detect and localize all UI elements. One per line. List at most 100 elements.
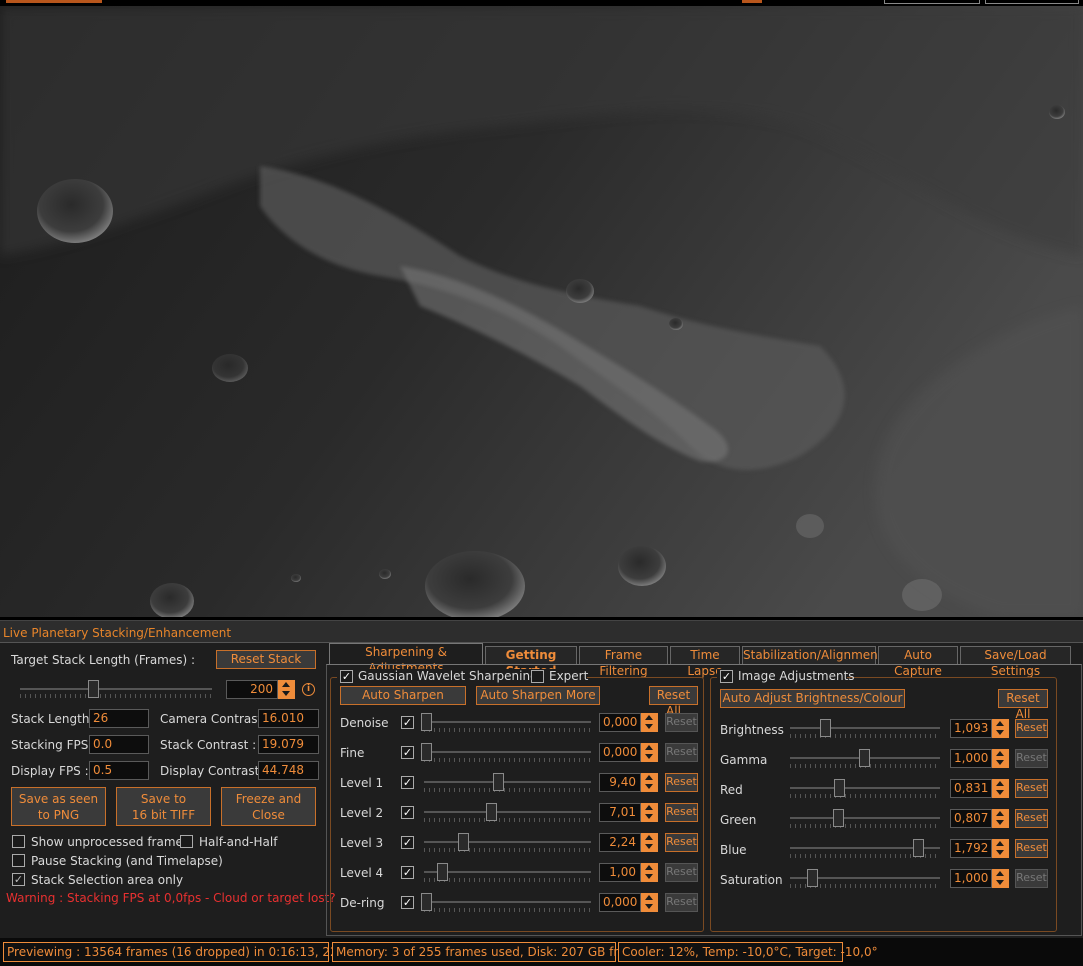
reset-stack-button[interactable]: Reset Stack [216,650,316,669]
green-reset-button[interactable]: Reset [1015,809,1048,828]
tab-sharpening-adjustments[interactable]: Sharpening & Adjustments [329,643,483,675]
green-slider-thumb[interactable] [833,809,844,827]
freeze-close-button[interactable]: Freeze and Close [221,787,316,826]
saturation-spinner[interactable] [992,869,1009,888]
level-2-checkbox[interactable]: ✓ [401,806,414,819]
brightness-spinner[interactable] [992,719,1009,738]
green-value-input[interactable]: 0,807 [950,809,992,828]
save-png-button[interactable]: Save as seen to PNG [11,787,106,826]
level-3-spinner[interactable] [641,833,658,852]
auto-adjust-button[interactable]: Auto Adjust Brightness/Colour [720,689,905,708]
half-and-half-checkbox[interactable] [180,835,193,848]
blue-slider-thumb[interactable] [913,839,924,857]
image-reset-all-button[interactable]: Reset All [998,689,1048,721]
level-1-spinner[interactable] [641,773,658,792]
level-1-reset-button[interactable]: Reset [665,773,698,792]
info-icon[interactable]: i [302,683,315,696]
level-4-spinner[interactable] [641,863,658,882]
level-4-slider-thumb[interactable] [437,863,448,881]
denoise-checkbox[interactable]: ✓ [401,716,414,729]
image-adjustments-checkbox[interactable]: ✓ [720,670,733,683]
level-3-value-input[interactable]: 2,24 [599,833,641,852]
de-ring-label: De-ring [340,896,385,910]
fine-reset-button[interactable]: Reset [665,743,698,762]
top-strip-button[interactable] [985,0,1079,4]
de-ring-reset-button[interactable]: Reset [665,893,698,912]
de-ring-spinner[interactable] [641,893,658,912]
level-1-value-input[interactable]: 9,40 [599,773,641,792]
show-unprocessed-checkbox[interactable] [12,835,25,848]
auto-sharpen-button[interactable]: Auto Sharpen [340,686,466,705]
level-3-reset-button[interactable]: Reset [665,833,698,852]
de-ring-value-input[interactable]: 0,000 [599,893,641,912]
denoise-spinner[interactable] [641,713,658,732]
tab-stabilization-alignment[interactable]: Stabilization/Alignment [742,646,882,664]
target-stack-spinner[interactable] [278,680,295,699]
expert-checkbox[interactable] [531,670,544,683]
pause-stacking-checkbox[interactable] [12,854,25,867]
save-tiff-button[interactable]: Save to 16 bit TIFF [116,787,211,826]
level-2-spinner[interactable] [641,803,658,822]
red-reset-button[interactable]: Reset [1015,779,1048,798]
saturation-reset-button[interactable]: Reset [1015,869,1048,888]
green-spinner[interactable] [992,809,1009,828]
fine-value-input[interactable]: 0,000 [599,743,641,762]
level-1-checkbox[interactable]: ✓ [401,776,414,789]
gamma-spinner[interactable] [992,749,1009,768]
red-slider-thumb[interactable] [834,779,845,797]
tab-frame-filtering[interactable]: Frame Filtering [579,646,668,678]
top-strip-button[interactable] [884,0,980,4]
tab-getting-started[interactable]: Getting Started [485,646,577,678]
de-ring-slider-thumb[interactable] [421,893,432,911]
target-stack-input[interactable]: 200 [226,680,278,699]
blue-spinner[interactable] [992,839,1009,858]
level-2-slider-thumb[interactable] [486,803,497,821]
level-1-slider-thumb[interactable] [493,773,504,791]
denoise-value-input[interactable]: 0,000 [599,713,641,732]
gamma-slider-thumb[interactable] [859,749,870,767]
top-strip-tab[interactable] [6,0,102,3]
saturation-value-input[interactable]: 1,000 [950,869,992,888]
level-3-checkbox[interactable]: ✓ [401,836,414,849]
denoise-reset-button[interactable]: Reset [665,713,698,732]
brightness-slider-thumb[interactable] [820,719,831,737]
level-4-value-input[interactable]: 1,00 [599,863,641,882]
red-value-input[interactable]: 0,831 [950,779,992,798]
tab-save-load-settings[interactable]: Save/Load Settings [960,646,1071,678]
level-3-slider-thumb[interactable] [458,833,469,851]
stack-selection-checkbox[interactable]: ✓ [12,873,25,886]
brightness-reset-button[interactable]: Reset [1015,719,1048,738]
red-spinner[interactable] [992,779,1009,798]
level-3-slider-ticks [424,848,591,852]
gamma-value-input[interactable]: 1,000 [950,749,992,768]
auto-sharpen-more-button[interactable]: Auto Sharpen More [476,686,600,705]
tab-time-lapse[interactable]: Time Lapse [670,646,740,678]
camera-contrast-value: 16.010 [258,709,319,728]
stack-length-label: Stack Length : [11,712,98,726]
blue-reset-button[interactable]: Reset [1015,839,1048,858]
level-4-reset-button[interactable]: Reset [665,863,698,882]
brightness-value-input[interactable]: 1,093 [950,719,992,738]
gamma-reset-button[interactable]: Reset [1015,749,1048,768]
de-ring-checkbox[interactable]: ✓ [401,896,414,909]
fine-checkbox[interactable]: ✓ [401,746,414,759]
blue-value-input[interactable]: 1,792 [950,839,992,858]
sharpen-reset-all-button[interactable]: Reset All [649,686,698,718]
gaussian-sharpening-label: Gaussian Wavelet Sharpening [358,669,538,683]
level-2-reset-button[interactable]: Reset [665,803,698,822]
fine-spinner[interactable] [641,743,658,762]
level-4-checkbox[interactable]: ✓ [401,866,414,879]
saturation-slider-thumb[interactable] [807,869,818,887]
fine-slider-thumb[interactable] [421,743,432,761]
level-2-value-input[interactable]: 7,01 [599,803,641,822]
live-preview-image[interactable] [0,6,1083,617]
level-1-label: Level 1 [340,776,384,790]
tab-auto-capture[interactable]: Auto Capture [878,646,958,678]
top-strip-marker[interactable] [742,0,762,3]
denoise-slider-thumb[interactable] [421,713,432,731]
slider-ticks [20,694,212,698]
slider-thumb[interactable] [88,680,99,698]
slider-track [20,688,212,690]
green-slider-ticks [790,824,940,828]
gaussian-sharpening-checkbox[interactable]: ✓ [340,670,353,683]
